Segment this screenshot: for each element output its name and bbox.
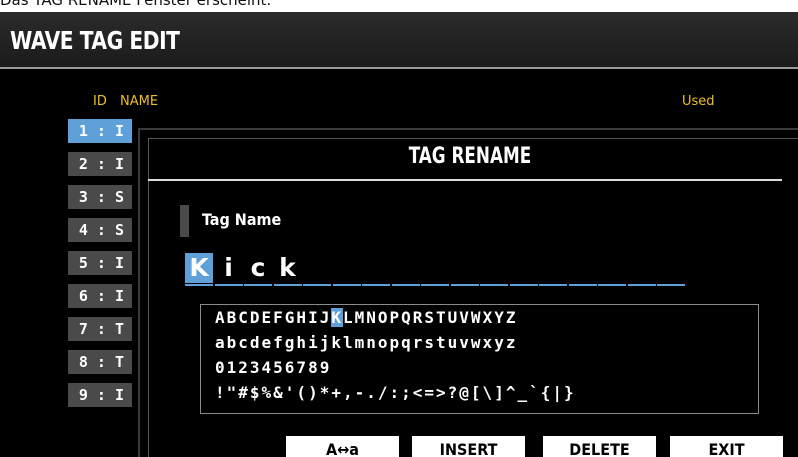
tag-name-char[interactable]: [628, 253, 656, 283]
case-toggle-button[interactable]: A↔a: [286, 436, 399, 457]
tag-list-row[interactable]: 1 : I: [68, 119, 132, 143]
tag-list-row[interactable]: 8 : T: [68, 350, 132, 374]
charmap-selected-char[interactable]: K: [331, 308, 343, 327]
char-slot-underline: [421, 284, 449, 286]
char-slot-underline: [244, 284, 272, 286]
tag-list-row[interactable]: 6 : I: [68, 284, 132, 308]
tag-name-char[interactable]: [598, 253, 626, 283]
column-header-name: NAME: [120, 94, 159, 109]
char-slot-underline: [273, 284, 302, 286]
charmap-chars[interactable]: LMNOPQRSTUVWXYZ: [343, 308, 518, 327]
charmap-row-symbols[interactable]: !"#$%&'()*+,-./:;<=>?@[\]^_`{|}: [215, 384, 576, 402]
tag-name-label: Tag Name: [202, 210, 282, 229]
tag-name-char[interactable]: K: [185, 253, 213, 283]
insert-button[interactable]: INSERT: [412, 436, 525, 457]
tag-name-char[interactable]: [392, 253, 420, 283]
char-slot-underline: [391, 284, 420, 286]
tag-list-row[interactable]: 2 : I: [68, 152, 132, 176]
caption-text: Das TAG RENAME Fenster erscheint.: [0, 0, 272, 9]
char-slot-underline: [627, 284, 656, 286]
tag-list-row[interactable]: 5 : I: [68, 251, 132, 275]
tag-name-char[interactable]: c: [244, 253, 272, 283]
column-header-id: ID: [93, 94, 107, 109]
tag-name-char[interactable]: [421, 253, 449, 283]
tag-list-row[interactable]: 4 : S: [68, 218, 132, 242]
char-slot-underline: [332, 284, 361, 286]
charmap-chars[interactable]: ABCDEFGHIJ: [215, 308, 331, 327]
tag-name-char[interactable]: [451, 253, 479, 283]
char-slot-underline: [480, 284, 508, 286]
char-slot-underline: [303, 284, 331, 286]
tag-name-char[interactable]: k: [274, 253, 302, 283]
delete-button[interactable]: DELETE: [543, 436, 656, 457]
exit-button[interactable]: EXIT: [670, 436, 783, 457]
field-marker: [180, 205, 189, 237]
char-slot-underline: [450, 284, 479, 286]
character-palette[interactable]: ABCDEFGHIJKLMNOPQRSTUVWXYZ abcdefghijklm…: [200, 304, 759, 414]
title-divider: [148, 179, 782, 181]
device-screen: WAVE TAG EDIT ID NAME Used 1 : I 2 : I 3…: [0, 12, 798, 457]
tag-name-char[interactable]: [362, 253, 390, 283]
tag-list-row[interactable]: 7 : T: [68, 317, 132, 341]
charmap-row-uppercase[interactable]: ABCDEFGHIJKLMNOPQRSTUVWXYZ: [215, 308, 518, 327]
char-slot-underline: [598, 284, 626, 286]
page-title: WAVE TAG EDIT: [10, 26, 180, 55]
column-header-used: Used: [682, 94, 715, 109]
char-slot-underline: [214, 284, 243, 286]
char-slot-underline: [185, 284, 213, 286]
char-slot-underline: [657, 284, 685, 286]
tag-name-char[interactable]: i: [215, 253, 243, 283]
tag-name-char[interactable]: [480, 253, 508, 283]
title-bar: WAVE TAG EDIT: [0, 12, 798, 69]
tag-name-char[interactable]: [333, 253, 361, 283]
tag-list-row[interactable]: 9 : I: [68, 383, 132, 407]
charmap-row-digits[interactable]: 0123456789: [215, 359, 331, 377]
char-slot-underline: [509, 284, 538, 286]
char-slot-underline: [362, 284, 390, 286]
tag-name-char[interactable]: [569, 253, 597, 283]
char-slot-underline: [568, 284, 597, 286]
tag-name-char[interactable]: [510, 253, 538, 283]
tag-name-char[interactable]: [303, 253, 331, 283]
tag-name-char[interactable]: [539, 253, 567, 283]
char-slot-underline: [539, 284, 567, 286]
tag-rename-dialog: TAG RENAME Tag Name Kick ABCDEFGHIJKLMNO…: [138, 128, 798, 457]
tag-list-row[interactable]: 3 : S: [68, 185, 132, 209]
dialog-title: TAG RENAME: [408, 144, 532, 169]
tag-name-char[interactable]: [657, 253, 685, 283]
charmap-row-lowercase[interactable]: abcdefghijklmnopqrstuvwxyz: [215, 334, 517, 352]
